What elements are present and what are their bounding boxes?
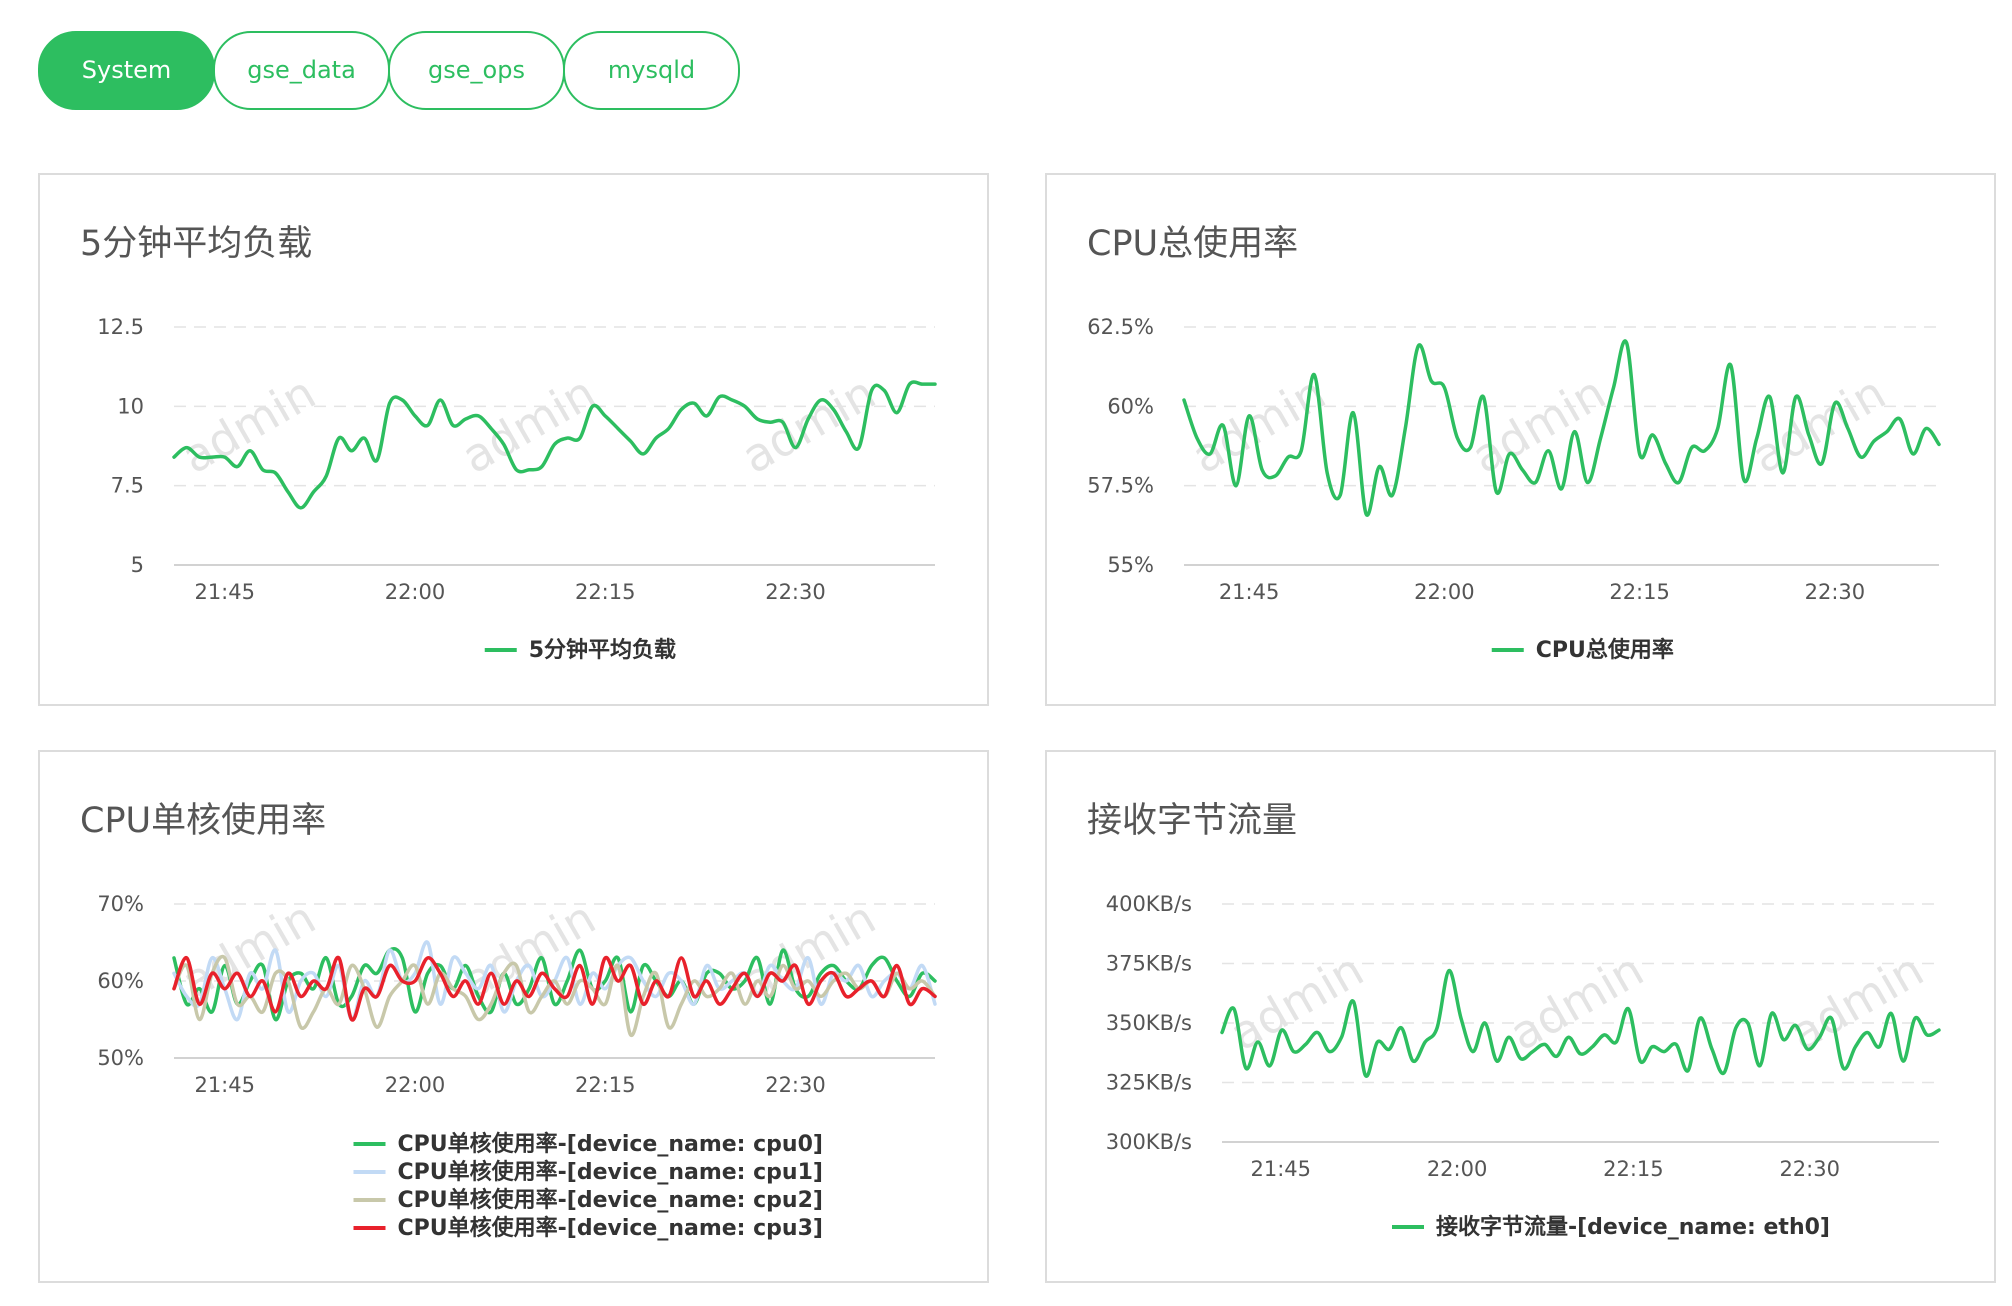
x-tick-label: 22:00: [1414, 580, 1475, 604]
x-tick-label: 21:45: [194, 1073, 255, 1097]
x-tick-label: 22:00: [385, 580, 446, 604]
watermark-text: admin: [1463, 365, 1615, 484]
tab-system[interactable]: System: [38, 31, 215, 110]
legend-label: CPU单核使用率-[device_name: cpu2]: [398, 1187, 823, 1213]
x-tick-label: 21:45: [1251, 1157, 1312, 1181]
x-tick-label: 22:30: [765, 580, 826, 604]
y-tick-label: 5: [131, 553, 144, 577]
tab-bar: System gse_data gse_ops mysqld: [38, 31, 740, 110]
y-tick-label: 70%: [97, 892, 144, 916]
legend-label: 接收字节流量-[device_name: eth0]: [1436, 1214, 1830, 1240]
y-tick-label: 10: [117, 394, 144, 418]
x-tick-label: 22:30: [1779, 1157, 1840, 1181]
watermark-text: admin: [173, 365, 325, 484]
x-tick-label: 22:15: [1609, 580, 1670, 604]
chart-panel-load-avg: 5分钟平均负载 admin admin admin 5 7.5 10 12.5 21:45 22…: [38, 173, 989, 706]
watermark-text: admin: [733, 365, 885, 484]
chart-panel-cpu-total: CPU总使用率 admin admin admin 55% 57.5% 60% 62.5% 2…: [1045, 173, 1996, 706]
tab-mysqld[interactable]: mysqld: [563, 31, 740, 110]
x-tick-label: 22:30: [765, 1073, 826, 1097]
y-tick-label: 62.5%: [1087, 315, 1154, 339]
y-tick-label: 55%: [1107, 553, 1154, 577]
legend-label: CPU单核使用率-[device_name: cpu3]: [398, 1215, 823, 1241]
x-tick-label: 22:15: [575, 580, 636, 604]
y-tick-label: 350KB/s: [1106, 1011, 1192, 1035]
x-tick-label: 21:45: [194, 580, 255, 604]
chart-svg: admin admin admin55%57.5%60%62.5%21:45 22:0…: [1087, 315, 1941, 663]
legend-label: CPU总使用率: [1536, 637, 1674, 663]
chart-svg: admin admin admin 5 7.5 10 12.5 21:45 22:00 22:15…: [97, 315, 937, 663]
y-tick-label: 57.5%: [1087, 474, 1154, 498]
y-tick-label: 50%: [97, 1046, 144, 1070]
y-tick-label: 7.5: [111, 474, 144, 498]
x-tick-label: 22:15: [575, 1073, 636, 1097]
x-tick-label: 22:00: [1427, 1157, 1488, 1181]
y-tick-label: 400KB/s: [1106, 892, 1192, 916]
tab-gse-data[interactable]: gse_data: [213, 31, 390, 110]
watermark-text: admin: [1501, 942, 1653, 1061]
watermark-text: admin: [453, 365, 605, 484]
x-tick-label: 22:30: [1805, 580, 1866, 604]
tab-gse-ops[interactable]: gse_ops: [388, 31, 565, 110]
y-tick-label: 325KB/s: [1106, 1071, 1192, 1095]
y-tick-label: 300KB/s: [1106, 1130, 1192, 1154]
legend-label: 5分钟平均负载: [529, 637, 676, 663]
y-tick-label: 60%: [97, 969, 144, 993]
watermark-text: admin: [1743, 365, 1895, 484]
y-tick-label: 12.5: [97, 315, 144, 339]
chart-panel-cpu-per-core: CPU单核使用率 admin admin admin 50% 60% 70% 21:45 22…: [38, 750, 989, 1283]
legend-label: CPU单核使用率-[device_name: cpu1]: [398, 1159, 823, 1185]
x-tick-label: 21:45: [1219, 580, 1280, 604]
chart-svg: admin admin admin300KB/s325KB/s350KB/s375K…: [1106, 892, 1941, 1240]
x-tick-label: 22:00: [385, 1073, 446, 1097]
y-tick-label: 60%: [1107, 394, 1154, 418]
y-tick-label: 375KB/s: [1106, 952, 1192, 976]
chart-svg: admin admin admin50%60%70%21:45 22:00 22:15 2…: [97, 890, 937, 1241]
legend-label: CPU单核使用率-[device_name: cpu0]: [398, 1131, 823, 1157]
x-tick-label: 22:15: [1603, 1157, 1664, 1181]
chart-panel-net-recv: 接收字节流量 admin admin admin 300KB/s 325KB/s 350K…: [1045, 750, 1996, 1283]
